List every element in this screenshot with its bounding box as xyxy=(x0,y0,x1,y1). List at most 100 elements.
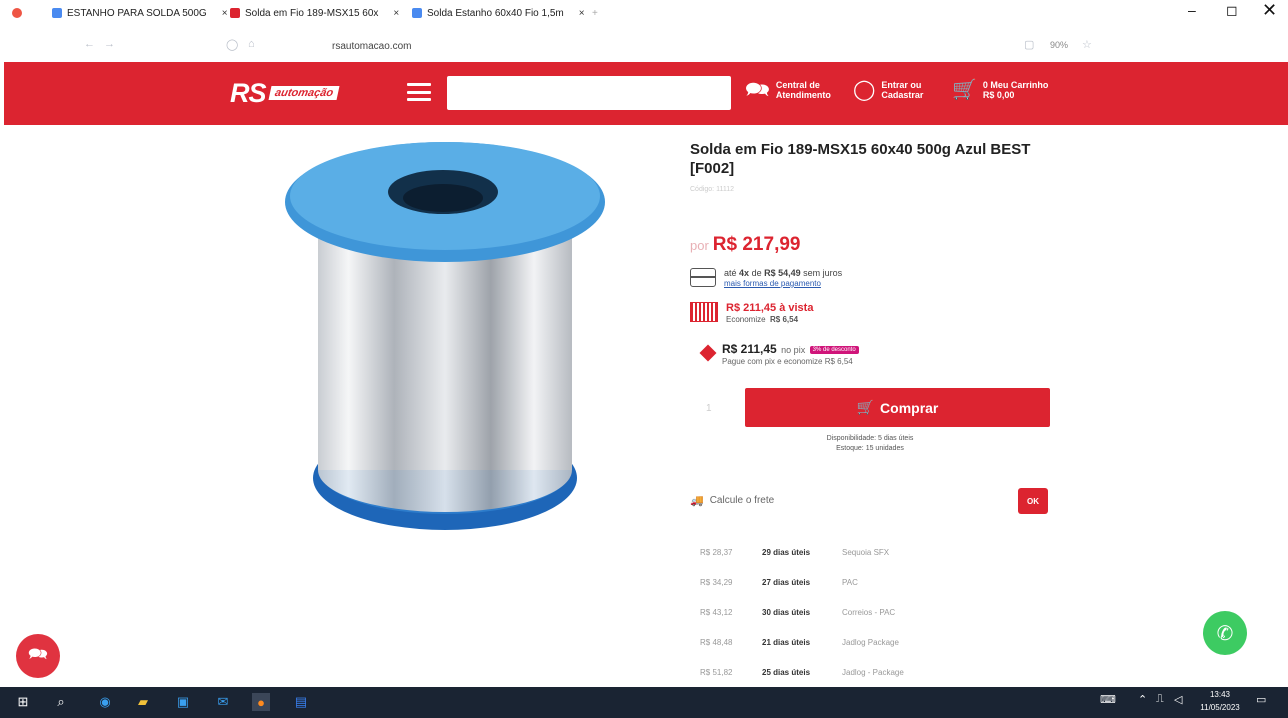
tab-label: Solda Estanho 60x40 Fio 1,5m xyxy=(427,7,564,19)
shipping-row: R$ 28,37 29 dias úteis Sequoia SFX xyxy=(690,537,1050,567)
product-image-solder-spool[interactable] xyxy=(280,140,610,535)
shipping-price: R$ 43,12 xyxy=(700,607,733,617)
close-window-icon[interactable]: ✕ xyxy=(1262,0,1277,21)
cash-price: R$ 211,45 à vista xyxy=(726,302,814,314)
inst-prefix: até xyxy=(724,268,737,278)
tab-label: ESTANHO PARA SOLDA 500G xyxy=(67,7,207,19)
cash-savings-label: Economize xyxy=(726,315,766,324)
browser-tab-bar: ESTANHO PARA SOLDA 500G × Solda em Fio 1… xyxy=(0,0,1288,26)
shipping-days: 25 dias úteis xyxy=(762,667,811,677)
address-bar: ← → ◯ ⌂ rsautomacao.com ▢ 90% ☆ xyxy=(0,26,1288,62)
bookmark-star-icon[interactable]: ☆ xyxy=(1082,38,1092,51)
new-tab-button[interactable]: + xyxy=(592,5,598,21)
inst-times: 4x xyxy=(739,268,750,278)
notifications-icon[interactable]: ▭ xyxy=(1256,693,1266,706)
browser-tab[interactable]: Solda Estanho 60x40 Fio 1,5m × xyxy=(412,5,585,21)
shipping-days: 21 dias úteis xyxy=(762,637,811,647)
buy-button[interactable]: 🛒 Comprar xyxy=(745,388,1050,427)
shipping-row: R$ 51,82 25 dias úteis Jadlog - Package xyxy=(690,657,1050,687)
quantity-input[interactable] xyxy=(704,396,738,420)
store-icon[interactable]: ▣ xyxy=(174,693,192,711)
pix-discount-badge: 3% de desconto xyxy=(809,346,859,354)
mail-icon[interactable]: ✉ xyxy=(214,693,232,711)
shield-icon: ◯ xyxy=(226,39,239,51)
forward-icon[interactable]: → xyxy=(104,38,115,50)
menu-hamburger-icon[interactable] xyxy=(407,83,431,101)
pix-suffix: no pix xyxy=(781,345,806,355)
network-icon[interactable]: ⎍ xyxy=(1156,693,1164,706)
windows-start-icon[interactable]: ⊞ xyxy=(14,693,32,711)
inst-value: R$ 54,49 xyxy=(764,268,801,278)
shipping-days: 29 dias úteis xyxy=(762,547,811,557)
shipping-carrier: Jadlog - Package xyxy=(842,667,904,677)
tray-chevron-icon[interactable]: ⌃ xyxy=(1138,693,1147,706)
login-link[interactable]: ◯ Entrar ou Cadastrar xyxy=(853,80,923,100)
search-input[interactable] xyxy=(447,76,731,110)
product-title: Solda em Fio 189-MSX15 60x40 500g Azul B… xyxy=(690,141,1031,177)
tab-label: Solda em Fio 189-MSX15 60x xyxy=(245,7,379,19)
shipping-price: R$ 48,48 xyxy=(700,637,733,647)
cart-icon: 🛒 xyxy=(952,79,977,101)
google-favicon-icon xyxy=(412,8,422,18)
shipping-carrier: Correios - PAC xyxy=(842,607,896,617)
barcode-icon xyxy=(690,302,718,322)
cart-icon: 🛒 xyxy=(856,399,875,415)
inst-suffix: sem juros xyxy=(803,268,843,278)
price-prefix: por xyxy=(690,238,709,253)
cart-link[interactable]: 🛒 0 Meu Carrinho R$ 0,00 xyxy=(952,80,1048,100)
logo-subtext: automação xyxy=(268,86,340,100)
clock-date: 11/05/2023 xyxy=(1200,703,1240,712)
cart-line1: 0 Meu Carrinho xyxy=(982,80,1049,90)
product-price: por R$ 217,99 xyxy=(690,234,800,256)
clock-time: 13:43 xyxy=(1209,690,1231,699)
whatsapp-icon: ✆ xyxy=(1216,622,1234,645)
file-explorer-icon[interactable]: ▰ xyxy=(134,693,152,711)
shipping-days: 27 dias úteis xyxy=(762,577,811,587)
payment-options-link[interactable]: mais formas de pagamento xyxy=(724,279,821,288)
login-line1: Entrar ou xyxy=(881,80,922,90)
site-logo[interactable]: RS automação xyxy=(230,78,340,108)
login-line2: Cadastrar xyxy=(881,90,924,100)
reader-icon[interactable]: ▢ xyxy=(1024,38,1034,51)
url-field[interactable]: rsautomacao.com xyxy=(332,41,411,52)
central-line1: Central de xyxy=(775,80,820,90)
shipping-calculator[interactable]: 🚚 Calcule o frete xyxy=(690,494,774,507)
shipping-carrier: Sequoia SFX xyxy=(842,547,890,557)
back-icon[interactable]: ← xyxy=(84,38,95,50)
stock-text: Estoque: 15 unidades xyxy=(836,445,904,452)
pix-note: Pague com pix e economize R$ 6,54 xyxy=(722,357,853,366)
browser-tab-active[interactable]: Solda em Fio 189-MSX15 60x × xyxy=(230,5,399,21)
word-icon[interactable]: ▤ xyxy=(292,693,310,711)
search-icon[interactable]: ⌕ xyxy=(52,693,70,711)
restore-button[interactable]: ◻ xyxy=(1226,2,1238,19)
shipping-ok-button[interactable]: OK xyxy=(1018,488,1048,514)
whatsapp-button[interactable]: ✆ xyxy=(1203,611,1247,655)
taskbar-clock[interactable]: 13:43 11/05/2023 xyxy=(1190,688,1250,714)
shipping-price: R$ 51,82 xyxy=(700,667,733,677)
shipping-row: R$ 43,12 30 dias úteis Correios - PAC xyxy=(690,597,1050,627)
pix-icon xyxy=(699,344,717,362)
tab-close-icon[interactable]: × xyxy=(222,8,228,19)
minimize-button[interactable]: – xyxy=(1188,2,1196,18)
zoom-level[interactable]: 90% xyxy=(1050,40,1068,50)
volume-icon[interactable]: ◁ xyxy=(1174,693,1182,706)
credit-card-icon xyxy=(690,268,716,287)
lock-icon: ⌂ xyxy=(248,38,255,50)
shipping-row: R$ 48,48 21 dias úteis Jadlog Package xyxy=(690,627,1050,657)
availability-info: Disponibilidade: 5 dias úteis Estoque: 1… xyxy=(800,434,940,454)
central-atendimento-link[interactable]: 🗪 Central de Atendimento xyxy=(745,80,831,100)
browser-tab[interactable]: ESTANHO PARA SOLDA 500G × xyxy=(52,5,228,21)
product-code: Código: 11112 xyxy=(690,186,734,193)
tab-close-icon[interactable]: × xyxy=(579,8,585,19)
rs-favicon-icon xyxy=(230,8,240,18)
keyboard-icon[interactable]: ⌨ xyxy=(1100,693,1116,706)
browser-menu-icon[interactable] xyxy=(12,5,22,21)
firefox-icon[interactable]: ● xyxy=(252,693,270,711)
chat-widget-button[interactable]: 🗪 xyxy=(16,634,60,678)
availability-text: Disponibilidade: 5 dias úteis xyxy=(826,435,914,442)
edge-icon[interactable]: ◉ xyxy=(96,693,114,711)
central-line2: Atendimento xyxy=(775,90,831,100)
inst-mid: de xyxy=(751,268,762,278)
tab-close-icon[interactable]: × xyxy=(393,8,399,19)
user-icon: ◯ xyxy=(853,79,876,101)
